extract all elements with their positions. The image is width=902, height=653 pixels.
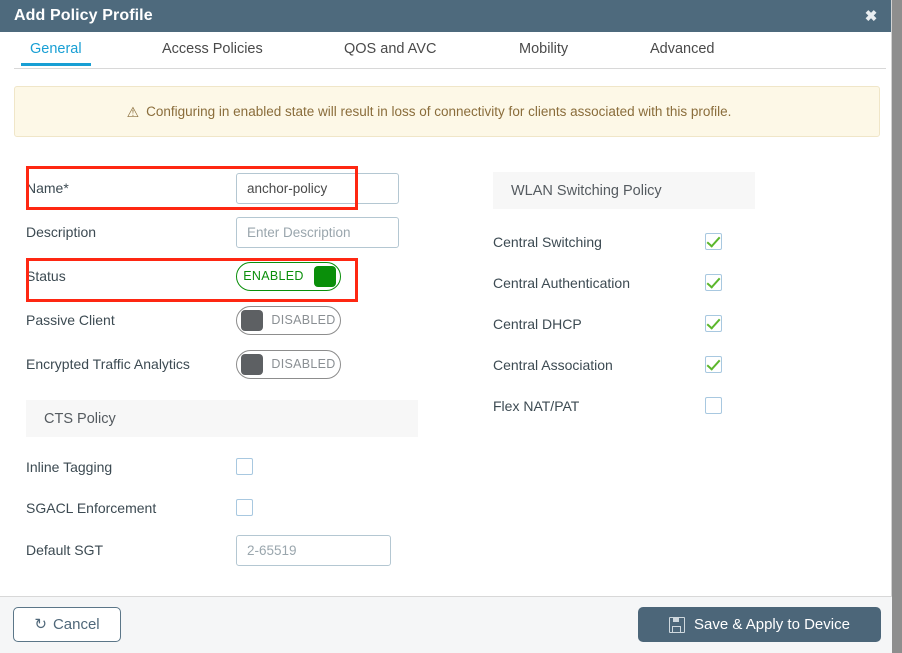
sgacl-enforcement-label: SGACL Enforcement	[26, 499, 157, 516]
cancel-button-label: Cancel	[52, 616, 100, 633]
tab-bar-divider	[14, 68, 886, 69]
passive-client-toggle[interactable]: DISABLED	[236, 305, 341, 335]
inline-tagging-label: Inline Tagging	[26, 458, 113, 475]
central-authentication-label: Central Authentication	[493, 274, 630, 291]
description-label: Description	[26, 224, 97, 240]
tab-bar: General Access Policies QOS and AVC Mobi…	[0, 32, 891, 69]
status-toggle[interactable]: ENABLED	[236, 261, 341, 291]
name-input[interactable]: anchor-policy	[236, 172, 399, 204]
status-label: Status	[26, 268, 66, 284]
warning-message: Configuring in enabled state will result…	[146, 104, 732, 119]
central-association-checkbox[interactable]	[705, 356, 722, 373]
field-row-description: Description Enter Description	[26, 210, 426, 254]
passive-client-toggle-label: DISABLED	[271, 313, 336, 327]
dialog-title: Add Policy Profile	[14, 7, 153, 24]
default-sgt-label: Default SGT	[26, 542, 104, 558]
sgacl-enforcement-checkbox[interactable]	[236, 499, 253, 516]
add-policy-profile-dialog: Add Policy Profile ✖ General Access Poli…	[0, 0, 902, 653]
save-and-apply-button[interactable]: Save & Apply to Device	[638, 607, 881, 642]
field-row-default-sgt: Default SGT 2-65519	[26, 528, 426, 572]
wlan-switching-policy-column: WLAN Switching Policy Central Switching …	[493, 172, 793, 426]
default-sgt-input[interactable]: 2-65519	[236, 534, 391, 566]
close-icon[interactable]: ✖	[851, 0, 891, 32]
save-button-label: Save & Apply to Device	[694, 616, 850, 633]
field-row-encrypted-traffic-analytics: Encrypted Traffic Analytics DISABLED	[26, 342, 426, 386]
encrypted-traffic-analytics-label: Encrypted Traffic Analytics	[26, 356, 190, 372]
field-row-central-authentication: Central Authentication	[493, 262, 793, 303]
field-row-passive-client: Passive Client DISABLED	[26, 298, 426, 342]
flex-nat-pat-label: Flex NAT/PAT	[493, 397, 580, 414]
field-row-central-switching: Central Switching	[493, 221, 793, 262]
field-row-sgacl-enforcement: SGACL Enforcement	[26, 487, 426, 528]
tab-mobility[interactable]: Mobility	[519, 41, 568, 57]
field-row-central-association: Central Association	[493, 344, 793, 385]
central-switching-checkbox[interactable]	[705, 233, 722, 250]
undo-arrow-icon: ↻	[34, 616, 47, 633]
encrypted-traffic-analytics-toggle-knob	[241, 353, 263, 375]
warning-triangle-icon: ⚠	[126, 103, 140, 120]
encrypted-traffic-analytics-toggle[interactable]: DISABLED	[236, 349, 341, 379]
tab-advanced[interactable]: Advanced	[650, 41, 715, 57]
cts-policy-section-header: CTS Policy	[26, 400, 418, 437]
encrypted-traffic-analytics-toggle-label: DISABLED	[271, 357, 336, 371]
central-authentication-checkbox[interactable]	[705, 274, 722, 291]
tab-access-policies[interactable]: Access Policies	[162, 41, 263, 57]
tab-qos-and-avc[interactable]: QOS and AVC	[344, 41, 436, 57]
flex-nat-pat-checkbox[interactable]	[705, 397, 722, 414]
cancel-button[interactable]: ↻ Cancel	[13, 607, 121, 642]
status-toggle-label: ENABLED	[243, 269, 304, 283]
central-dhcp-label: Central DHCP	[493, 315, 582, 332]
page-scrollbar[interactable]	[892, 0, 902, 653]
central-dhcp-checkbox[interactable]	[705, 315, 722, 332]
description-input[interactable]: Enter Description	[236, 216, 399, 248]
central-association-label: Central Association	[493, 356, 613, 373]
central-switching-label: Central Switching	[493, 233, 602, 250]
dialog-footer: ↻ Cancel Save & Apply to Device	[0, 596, 892, 653]
field-row-flex-nat-pat: Flex NAT/PAT	[493, 385, 793, 426]
dialog-body: Add Policy Profile ✖ General Access Poli…	[0, 0, 892, 653]
passive-client-toggle-knob	[241, 309, 263, 331]
general-settings-column: Name* anchor-policy Description Enter De…	[26, 166, 426, 572]
cts-policy-title: CTS Policy	[44, 410, 116, 427]
field-row-inline-tagging: Inline Tagging	[26, 446, 426, 487]
inline-tagging-checkbox[interactable]	[236, 458, 253, 475]
field-row-central-dhcp: Central DHCP	[493, 303, 793, 344]
wlan-switching-policy-section-header: WLAN Switching Policy	[493, 172, 755, 209]
name-label: Name*	[26, 180, 69, 196]
tab-general[interactable]: General	[21, 41, 91, 66]
wlan-switching-policy-title: WLAN Switching Policy	[511, 182, 662, 199]
status-toggle-knob	[314, 265, 336, 287]
floppy-disk-icon	[669, 616, 686, 633]
passive-client-label: Passive Client	[26, 312, 115, 328]
field-row-status: Status ENABLED	[26, 254, 426, 298]
dialog-titlebar: Add Policy Profile ✖	[0, 0, 891, 32]
field-row-name: Name* anchor-policy	[26, 166, 426, 210]
warning-banner: ⚠ Configuring in enabled state will resu…	[14, 86, 880, 137]
